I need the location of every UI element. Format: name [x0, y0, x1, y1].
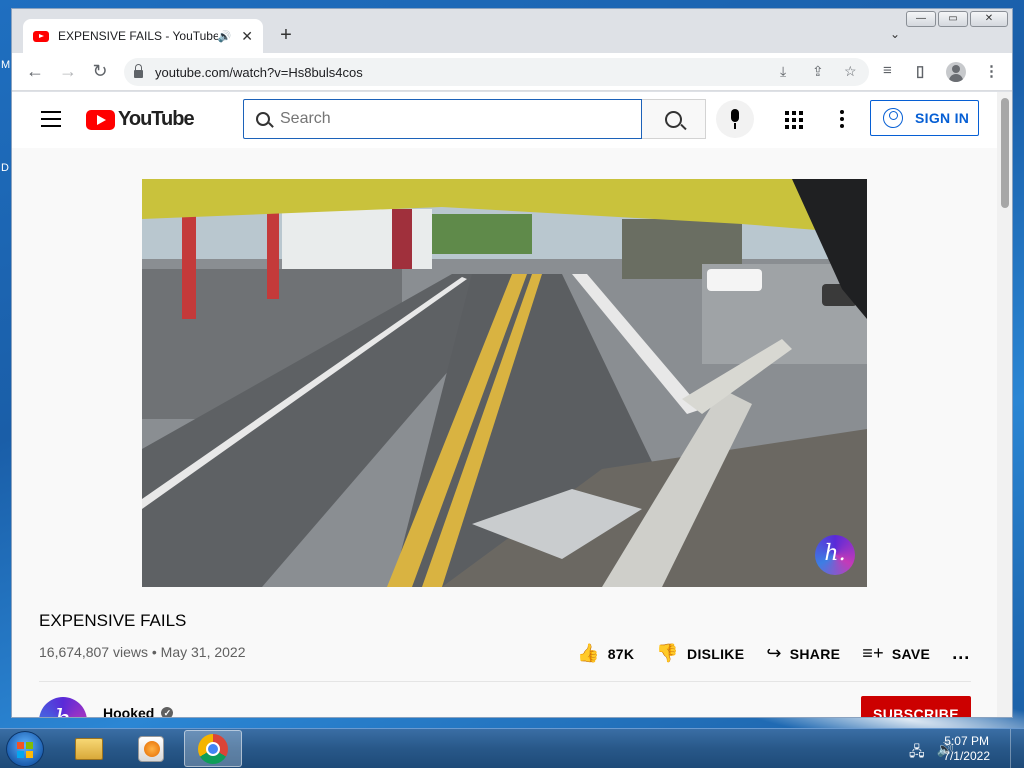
like-button[interactable]: 👍 87K [577, 643, 634, 664]
share-arrow-icon: ↪ [766, 643, 782, 663]
media-player-icon [138, 735, 164, 762]
upload-date: May 31, 2022 [160, 644, 246, 660]
page-scrollbar[interactable] [997, 92, 1012, 717]
forward-arrow-icon[interactable]: → [57, 61, 79, 83]
window-caption-buttons: — ▭ ✕ [906, 11, 1008, 27]
view-count: 16,674,807 views [39, 644, 148, 660]
speaker-icon[interactable]: 🔊 [218, 30, 232, 43]
share-button[interactable]: ↪ SHARE [766, 643, 840, 664]
share-page-icon[interactable]: ⇪ [812, 63, 824, 80]
windows-flag-icon [17, 742, 33, 758]
meta-separator: • [151, 644, 157, 660]
hamburger-menu-icon[interactable] [41, 111, 61, 127]
lock-icon[interactable] [134, 63, 143, 78]
channel-avatar[interactable]: h [39, 697, 87, 717]
video-player[interactable]: h. [142, 179, 867, 587]
subscribe-button[interactable]: SUBSCRIBE [861, 696, 971, 717]
install-app-icon[interactable]: ⤓ [780, 63, 786, 80]
share-label: SHARE [789, 645, 841, 662]
dislike-label: DISLIKE [687, 645, 745, 662]
show-desktop-button[interactable] [1010, 729, 1024, 768]
taskbar-explorer-button[interactable] [60, 730, 118, 767]
like-count: 87K [607, 645, 635, 662]
search-button[interactable] [642, 99, 706, 139]
windows-taskbar: 🖧 🔊 5:07 PM 7/1/2022 [0, 728, 1024, 768]
youtube-logo-text: YouTube [118, 108, 195, 130]
channel-watermark-logo[interactable]: h. [815, 535, 855, 575]
browser-toolbar: ← → ↻ youtube.com/watch?v=Hs8buls4cos ⤓ … [12, 53, 1012, 91]
taskbar-clock[interactable]: 5:07 PM 7/1/2022 [943, 734, 990, 764]
clock-time: 5:07 PM [944, 734, 989, 748]
desktop-icon-label-m[interactable]: M [1, 59, 10, 71]
user-circle-icon [883, 108, 903, 128]
sign-in-button[interactable]: SIGN IN [870, 100, 979, 136]
thumbs-up-icon: 👍 [577, 643, 600, 663]
video-actions: 👍 87K 👎 DISLIKE ↪ SHARE ≡+ SAVE ... [577, 643, 970, 664]
apps-grid-icon[interactable] [785, 111, 803, 129]
tab-title: EXPENSIVE FAILS - YouTube [58, 29, 218, 43]
youtube-play-logo-icon [86, 109, 115, 130]
scrollbar-thumb[interactable] [1001, 98, 1009, 208]
video-frame [142, 179, 867, 587]
channel-name-text[interactable]: Hooked [103, 705, 154, 717]
address-bar[interactable]: youtube.com/watch?v=Hs8buls4cos [124, 58, 869, 86]
reload-icon[interactable]: ↻ [89, 61, 111, 83]
verified-badge-icon: ✓ [161, 707, 174, 717]
tab-search-chevron-icon[interactable]: ⌄ [890, 27, 900, 41]
divider [39, 681, 971, 682]
search-box[interactable] [243, 99, 642, 139]
browser-window: — ▭ ✕ EXPENSIVE FAILS - YouTube 🔊 ✕ + ⌄ … [11, 8, 1013, 718]
taskbar-chrome-button[interactable] [184, 730, 242, 767]
network-icon[interactable]: 🖧 [909, 741, 925, 765]
save-button[interactable]: ≡+ SAVE [862, 643, 930, 664]
search-input[interactable] [280, 110, 600, 128]
media-control-icon[interactable]: ≡ [883, 62, 892, 79]
channel-name[interactable]: Hooked ✓ [103, 705, 174, 717]
new-tab-button[interactable]: + [275, 25, 297, 47]
sign-in-label: SIGN IN [915, 110, 970, 126]
playlist-add-icon: ≡+ [862, 643, 884, 663]
more-actions-icon[interactable]: ... [952, 643, 970, 664]
youtube-page: YouTube SIGN IN [12, 92, 997, 717]
microphone-icon[interactable] [716, 100, 754, 138]
search-button-icon [665, 110, 682, 128]
side-panel-icon[interactable]: ▯ [916, 62, 924, 80]
close-window-button[interactable]: ✕ [970, 11, 1008, 27]
youtube-header: YouTube SIGN IN [12, 92, 997, 148]
start-button[interactable] [6, 731, 44, 767]
dislike-button[interactable]: 👎 DISLIKE [656, 643, 744, 664]
address-url[interactable]: youtube.com/watch?v=Hs8buls4cos [155, 65, 363, 80]
video-title: EXPENSIVE FAILS [39, 611, 187, 630]
save-label: SAVE [891, 645, 931, 662]
folder-icon [75, 737, 103, 760]
settings-more-icon[interactable] [840, 110, 844, 128]
close-tab-icon[interactable]: ✕ [241, 28, 253, 45]
taskbar-media-player-button[interactable] [122, 730, 180, 767]
chrome-icon [198, 733, 228, 764]
desktop-icon-label-d[interactable]: D [1, 162, 9, 174]
youtube-favicon-icon [33, 30, 49, 42]
back-arrow-icon[interactable]: ← [24, 61, 46, 83]
browser-tab-youtube[interactable]: EXPENSIVE FAILS - YouTube 🔊 ✕ [23, 19, 263, 53]
maximize-button[interactable]: ▭ [938, 11, 968, 27]
minimize-button[interactable]: — [906, 11, 936, 27]
bookmark-star-icon[interactable]: ☆ [844, 63, 857, 80]
clock-date: 7/1/2022 [943, 749, 990, 763]
youtube-logo[interactable]: YouTube [86, 108, 195, 131]
video-meta: 16,674,807 views • May 31, 2022 [39, 644, 246, 660]
thumbs-down-icon: 👎 [656, 643, 680, 663]
profile-avatar-icon[interactable] [946, 62, 966, 82]
browser-menu-icon[interactable]: ⋮ [984, 62, 999, 80]
search-icon [256, 112, 270, 126]
